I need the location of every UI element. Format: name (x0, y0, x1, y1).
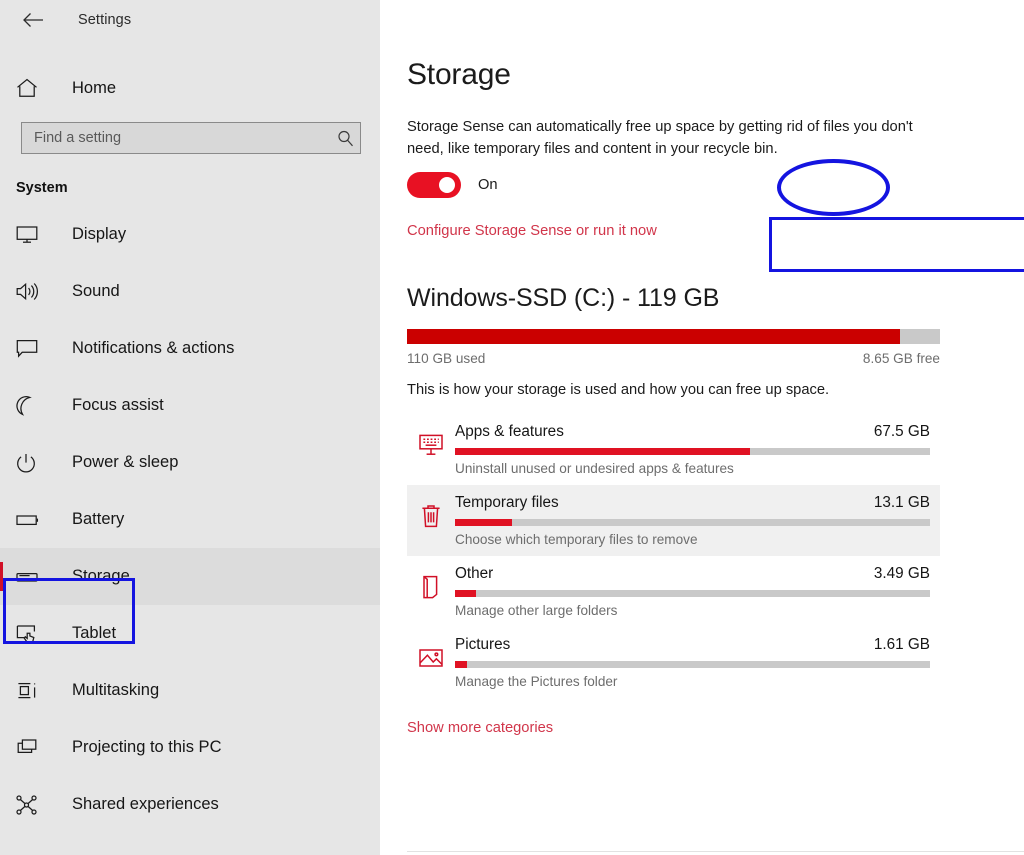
sidebar-item-notifications[interactable]: Notifications & actions (0, 320, 380, 377)
monitor-icon (16, 225, 50, 244)
sidebar-item-focus-assist[interactable]: Focus assist (0, 377, 380, 434)
settings-window: Settings Home System (0, 0, 1024, 855)
sidebar-item-battery-label: Battery (72, 510, 125, 528)
storage-category-list: Apps & features 67.5 GB Uninstall unused… (407, 414, 1024, 698)
battery-icon (16, 513, 50, 527)
sidebar-item-storage-label: Storage (72, 567, 130, 585)
sidebar-item-home-label: Home (72, 78, 117, 97)
storage-category-bar-fill (455, 590, 477, 597)
storage-category-row-pictures[interactable]: Pictures 1.61 GB Manage the Pictures fol… (407, 627, 940, 698)
sidebar-item-notifications-label: Notifications & actions (72, 339, 235, 357)
storage-category-bar (455, 661, 930, 668)
configure-storage-sense-link[interactable]: Configure Storage Sense or run it now (407, 223, 657, 239)
sidebar-item-power-sleep-label: Power & sleep (72, 453, 179, 471)
share-nodes-icon (16, 794, 50, 815)
storage-category-size: 13.1 GB (873, 494, 930, 511)
sidebar-item-shared-experiences[interactable]: Shared experiences (0, 776, 380, 833)
storage-category-body: Apps & features 67.5 GB Uninstall unused… (455, 423, 940, 476)
sidebar-item-battery[interactable]: Battery (0, 491, 380, 548)
storage-sense-description: Storage Sense can automatically free up … (407, 119, 913, 157)
bottom-divider (407, 851, 1024, 852)
storage-category-bar (455, 590, 930, 597)
drive-usage-bar-fill (407, 329, 901, 344)
titlebar: Settings (0, 0, 380, 40)
storage-sense-toggle-row: On (407, 172, 1024, 198)
sidebar: Settings Home System (0, 0, 380, 855)
storage-category-row-apps[interactable]: Apps & features 67.5 GB Uninstall unused… (407, 414, 940, 485)
sidebar-item-display[interactable]: Display (0, 206, 380, 263)
sidebar-item-focus-assist-label: Focus assist (72, 396, 164, 414)
storage-category-bar (455, 448, 930, 455)
storage-category-name: Temporary files (455, 494, 559, 511)
storage-category-size: 3.49 GB (873, 565, 930, 582)
storage-category-subtitle: Manage the Pictures folder (455, 674, 618, 689)
storage-sense-toggle[interactable] (407, 172, 461, 198)
main-content: Storage Storage Sense can automatically … (380, 0, 1024, 855)
storage-category-bar-fill (455, 448, 750, 455)
storage-category-bar (455, 519, 930, 526)
picture-icon (407, 636, 455, 676)
storage-category-bar-fill (455, 519, 512, 526)
sidebar-item-home[interactable]: Home (0, 68, 380, 108)
storage-category-name: Apps & features (455, 423, 564, 440)
drive-title: Windows-SSD (C:) - 119 GB (407, 284, 720, 312)
storage-category-body: Pictures 1.61 GB Manage the Pictures fol… (455, 636, 940, 689)
sidebar-item-storage[interactable]: Storage (0, 548, 380, 605)
search-box[interactable] (21, 122, 361, 154)
drive-icon (16, 570, 50, 584)
storage-category-name: Other (455, 565, 494, 582)
moon-icon (16, 395, 50, 416)
apps-features-icon (407, 423, 455, 463)
page-title: Storage (407, 58, 511, 91)
search-icon[interactable] (330, 130, 360, 147)
sidebar-item-multitasking[interactable]: Multitasking (0, 662, 380, 719)
multitasking-icon (16, 681, 50, 701)
storage-sense-toggle-state: On (478, 177, 498, 193)
sidebar-item-display-label: Display (72, 225, 127, 243)
chat-bubble-icon (16, 339, 50, 358)
storage-category-body: Temporary files 13.1 GB Choose which tem… (455, 494, 940, 547)
usage-description: This is how your storage is used and how… (407, 382, 830, 398)
storage-category-subtitle: Choose which temporary files to remove (455, 532, 698, 547)
sidebar-item-shared-experiences-label: Shared experiences (72, 795, 219, 813)
trash-icon (407, 494, 455, 534)
storage-category-name: Pictures (455, 636, 511, 653)
drive-used-label: 110 GB used (407, 351, 486, 366)
sidebar-item-projecting[interactable]: Projecting to this PC (0, 719, 380, 776)
search-input[interactable] (22, 130, 330, 146)
drive-usage-legend: 110 GB used 8.65 GB free (407, 351, 940, 366)
sidebar-item-sound[interactable]: Sound (0, 263, 380, 320)
back-arrow-icon[interactable] (18, 5, 48, 35)
toggle-knob (439, 177, 455, 193)
tablet-touch-icon (16, 624, 50, 644)
storage-category-subtitle: Manage other large folders (455, 603, 618, 618)
storage-category-row-temporary-files[interactable]: Temporary files 13.1 GB Choose which tem… (407, 485, 940, 556)
drive-usage-bar (407, 329, 940, 344)
home-icon (16, 73, 50, 103)
sidebar-item-tablet[interactable]: Tablet (0, 605, 380, 662)
sidebar-item-multitasking-label: Multitasking (72, 681, 160, 699)
project-screen-icon (16, 738, 50, 757)
sidebar-group-header: System (16, 180, 68, 196)
sidebar-item-sound-label: Sound (72, 282, 120, 300)
show-more-categories-link[interactable]: Show more categories (407, 720, 553, 736)
sidebar-item-tablet-label: Tablet (72, 624, 117, 642)
storage-category-bar-fill (455, 661, 467, 668)
drive-free-label: 8.65 GB free (862, 351, 940, 366)
storage-category-body: Other 3.49 GB Manage other large folders (455, 565, 940, 618)
sidebar-nav-list: Display Sound Notifications & actions Fo… (0, 206, 380, 833)
sidebar-item-projecting-label: Projecting to this PC (72, 738, 222, 756)
storage-category-subtitle: Uninstall unused or undesired apps & fea… (455, 461, 734, 476)
power-icon (16, 453, 50, 473)
storage-category-row-other[interactable]: Other 3.49 GB Manage other large folders (407, 556, 940, 627)
titlebar-label: Settings (78, 12, 132, 28)
storage-category-size: 67.5 GB (873, 423, 930, 440)
speaker-icon (16, 282, 50, 301)
folder-page-icon (407, 565, 455, 605)
storage-category-size: 1.61 GB (873, 636, 930, 653)
sidebar-item-power-sleep[interactable]: Power & sleep (0, 434, 380, 491)
